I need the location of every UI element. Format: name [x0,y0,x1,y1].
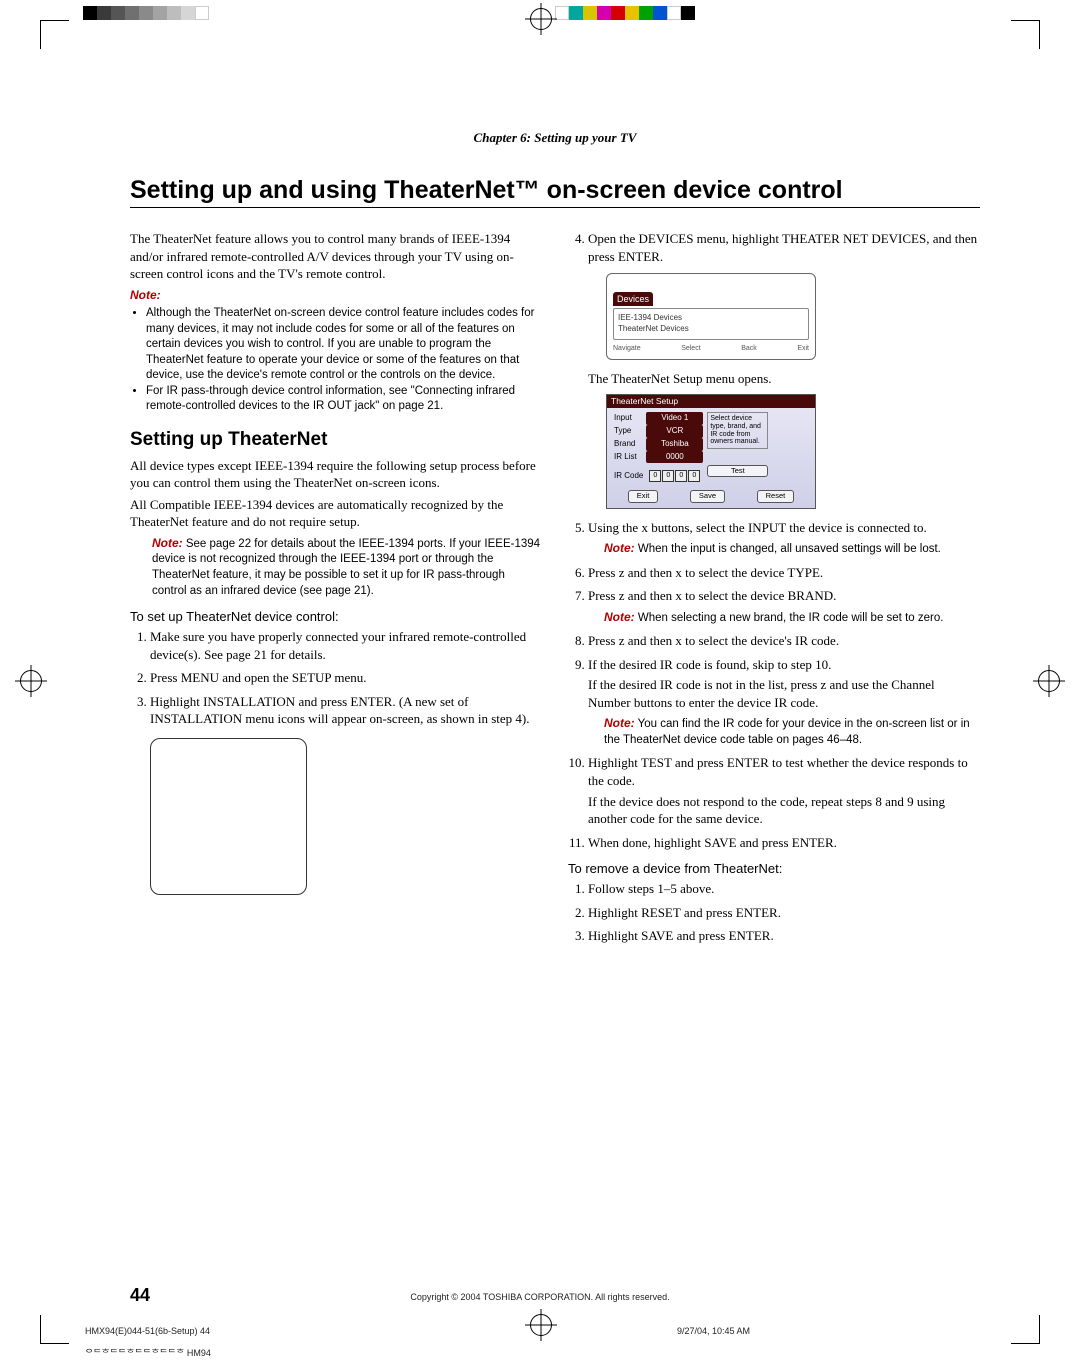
page-title: Setting up and using TheaterNet™ on-scre… [130,176,980,208]
body-paragraph: All Compatible IEEE-1394 devices are aut… [130,496,542,531]
setup-table: InputVideo 1 TypeVCR BrandToshiba IR Lis… [611,412,703,483]
step: Highlight RESET and press ENTER. [588,904,980,922]
dialog-title: TheaterNet Setup [607,395,815,408]
step: Using the x buttons, select the INPUT th… [588,519,980,558]
setup-steps: Make sure you have properly connected yo… [130,628,542,728]
crop-mark [1011,20,1040,49]
label: IR Code [611,469,646,483]
step: If the desired IR code is found, skip to… [588,656,980,749]
exit-button: Exit [628,490,659,502]
hint-navigate: Navigate [613,344,641,353]
note-bullet: For IR pass-through device control infor… [146,384,542,415]
value: VCR [646,425,703,438]
label: Type [611,425,646,438]
registration-mark [1038,670,1060,692]
step: Highlight SAVE and press ENTER. [588,927,980,945]
step-note: Note: When the input is changed, all uns… [604,540,980,558]
step: Highlight TEST and press ENTER to test w… [588,754,980,827]
footer-timestamp: 9/27/04, 10:45 AM [677,1326,750,1336]
intro-paragraph: The TheaterNet feature allows you to con… [130,230,542,283]
step-text: Highlight TEST and press ENTER to test w… [588,754,980,789]
note-text: See page 22 for details about the IEEE-1… [152,538,540,597]
value: 0000 [646,451,703,464]
hint-box: Select device type, brand, and IR code f… [707,412,768,449]
step: Make sure you have properly connected yo… [150,628,542,663]
procedure-heading: To remove a device from TheaterNet: [568,861,980,876]
registration-mark [20,670,42,692]
note-bullets: Although the TheaterNet on-screen device… [130,306,542,415]
registration-mark [530,1314,552,1336]
step-text: If the device does not respond to the co… [588,793,980,828]
theaternet-setup-figure: TheaterNet Setup InputVideo 1 TypeVCR Br… [606,394,816,509]
footer-code: ᄋᄃᄒᄃᄃᄒᄃᄃᄒᄃᄃᄒ HM94 [85,1346,211,1359]
footer-filename: HMX94(E)044-51(6b-Setup) 44 [85,1326,210,1336]
registration-colorbar-right [555,6,695,20]
section-title: Setting up TheaterNet [130,429,542,451]
step: Press z and then x to select the device … [588,564,980,582]
step-text: Using the x buttons, select the INPUT th… [588,520,927,535]
hint-back: Back [741,344,757,353]
remove-steps: Follow steps 1–5 above. Highlight RESET … [568,880,980,945]
registration-colorbar-left [83,6,209,20]
note-label: Note: [130,288,161,302]
step: Press z and then x to select the device … [588,587,980,626]
step-text: If the desired IR code is not in the lis… [588,676,980,711]
step: Press MENU and open the SETUP menu. [150,669,542,687]
step-note: Note: You can find the IR code for your … [604,715,980,748]
registration-mark [530,8,552,30]
body-paragraph: All device types except IEEE-1394 requir… [130,457,542,492]
step: Press z and then x to select the device'… [588,632,980,650]
hint-exit: Exit [797,344,809,353]
page: Chapter 6: Setting up your TV Setting up… [0,0,1080,1364]
screenshot-placeholder [150,738,307,895]
setup-steps-continued: Open the DEVICES menu, highlight THEATER… [568,230,980,851]
save-button: Save [690,490,725,502]
inline-note: Note: See page 22 for details about the … [152,535,542,599]
crop-mark [40,1315,69,1344]
value: Toshiba [646,438,703,451]
note-block: Note: Although the TheaterNet on-screen … [130,287,542,415]
left-column: The TheaterNet feature allows you to con… [130,226,542,951]
step-text: If the desired IR code is found, skip to… [588,656,980,674]
step: Highlight INSTALLATION and press ENTER. … [150,693,542,728]
test-button: Test [707,465,768,477]
step-text: The TheaterNet Setup menu opens. [588,370,980,388]
devices-menu-figure: Devices IEE-1394 Devices TheaterNet Devi… [606,273,816,360]
label: IR List [611,451,646,464]
content-area: Chapter 6: Setting up your TV Setting up… [130,130,980,1304]
two-column-layout: The TheaterNet feature allows you to con… [130,226,980,951]
ir-code-boxes: 0000 [646,469,703,483]
chapter-header: Chapter 6: Setting up your TV [130,130,980,146]
crop-mark [40,20,69,49]
menu-item: IEE-1394 Devices [618,313,804,324]
hint-select: Select [681,344,700,353]
label: Input [611,412,646,425]
label: Brand [611,438,646,451]
note-bullet: Although the TheaterNet on-screen device… [146,306,542,384]
value: Video 1 [646,412,703,425]
crop-mark [1011,1315,1040,1344]
right-column: Open the DEVICES menu, highlight THEATER… [568,226,980,951]
step-note: Note: When selecting a new brand, the IR… [604,609,980,627]
menu-title: Devices [613,292,653,306]
step: Open the DEVICES menu, highlight THEATER… [588,230,980,509]
step: When done, highlight SAVE and press ENTE… [588,834,980,852]
step-text: Open the DEVICES menu, highlight THEATER… [588,231,977,264]
step: Follow steps 1–5 above. [588,880,980,898]
procedure-heading: To set up TheaterNet device control: [130,609,542,624]
menu-item: TheaterNet Devices [618,324,804,335]
step-text: Press z and then x to select the device … [588,588,836,603]
copyright: Copyright © 2004 TOSHIBA CORPORATION. Al… [0,1292,1080,1302]
title-text: Setting up and using TheaterNet™ on-scre… [130,176,843,204]
note-label: Note: [152,536,183,550]
reset-button: Reset [757,490,795,502]
